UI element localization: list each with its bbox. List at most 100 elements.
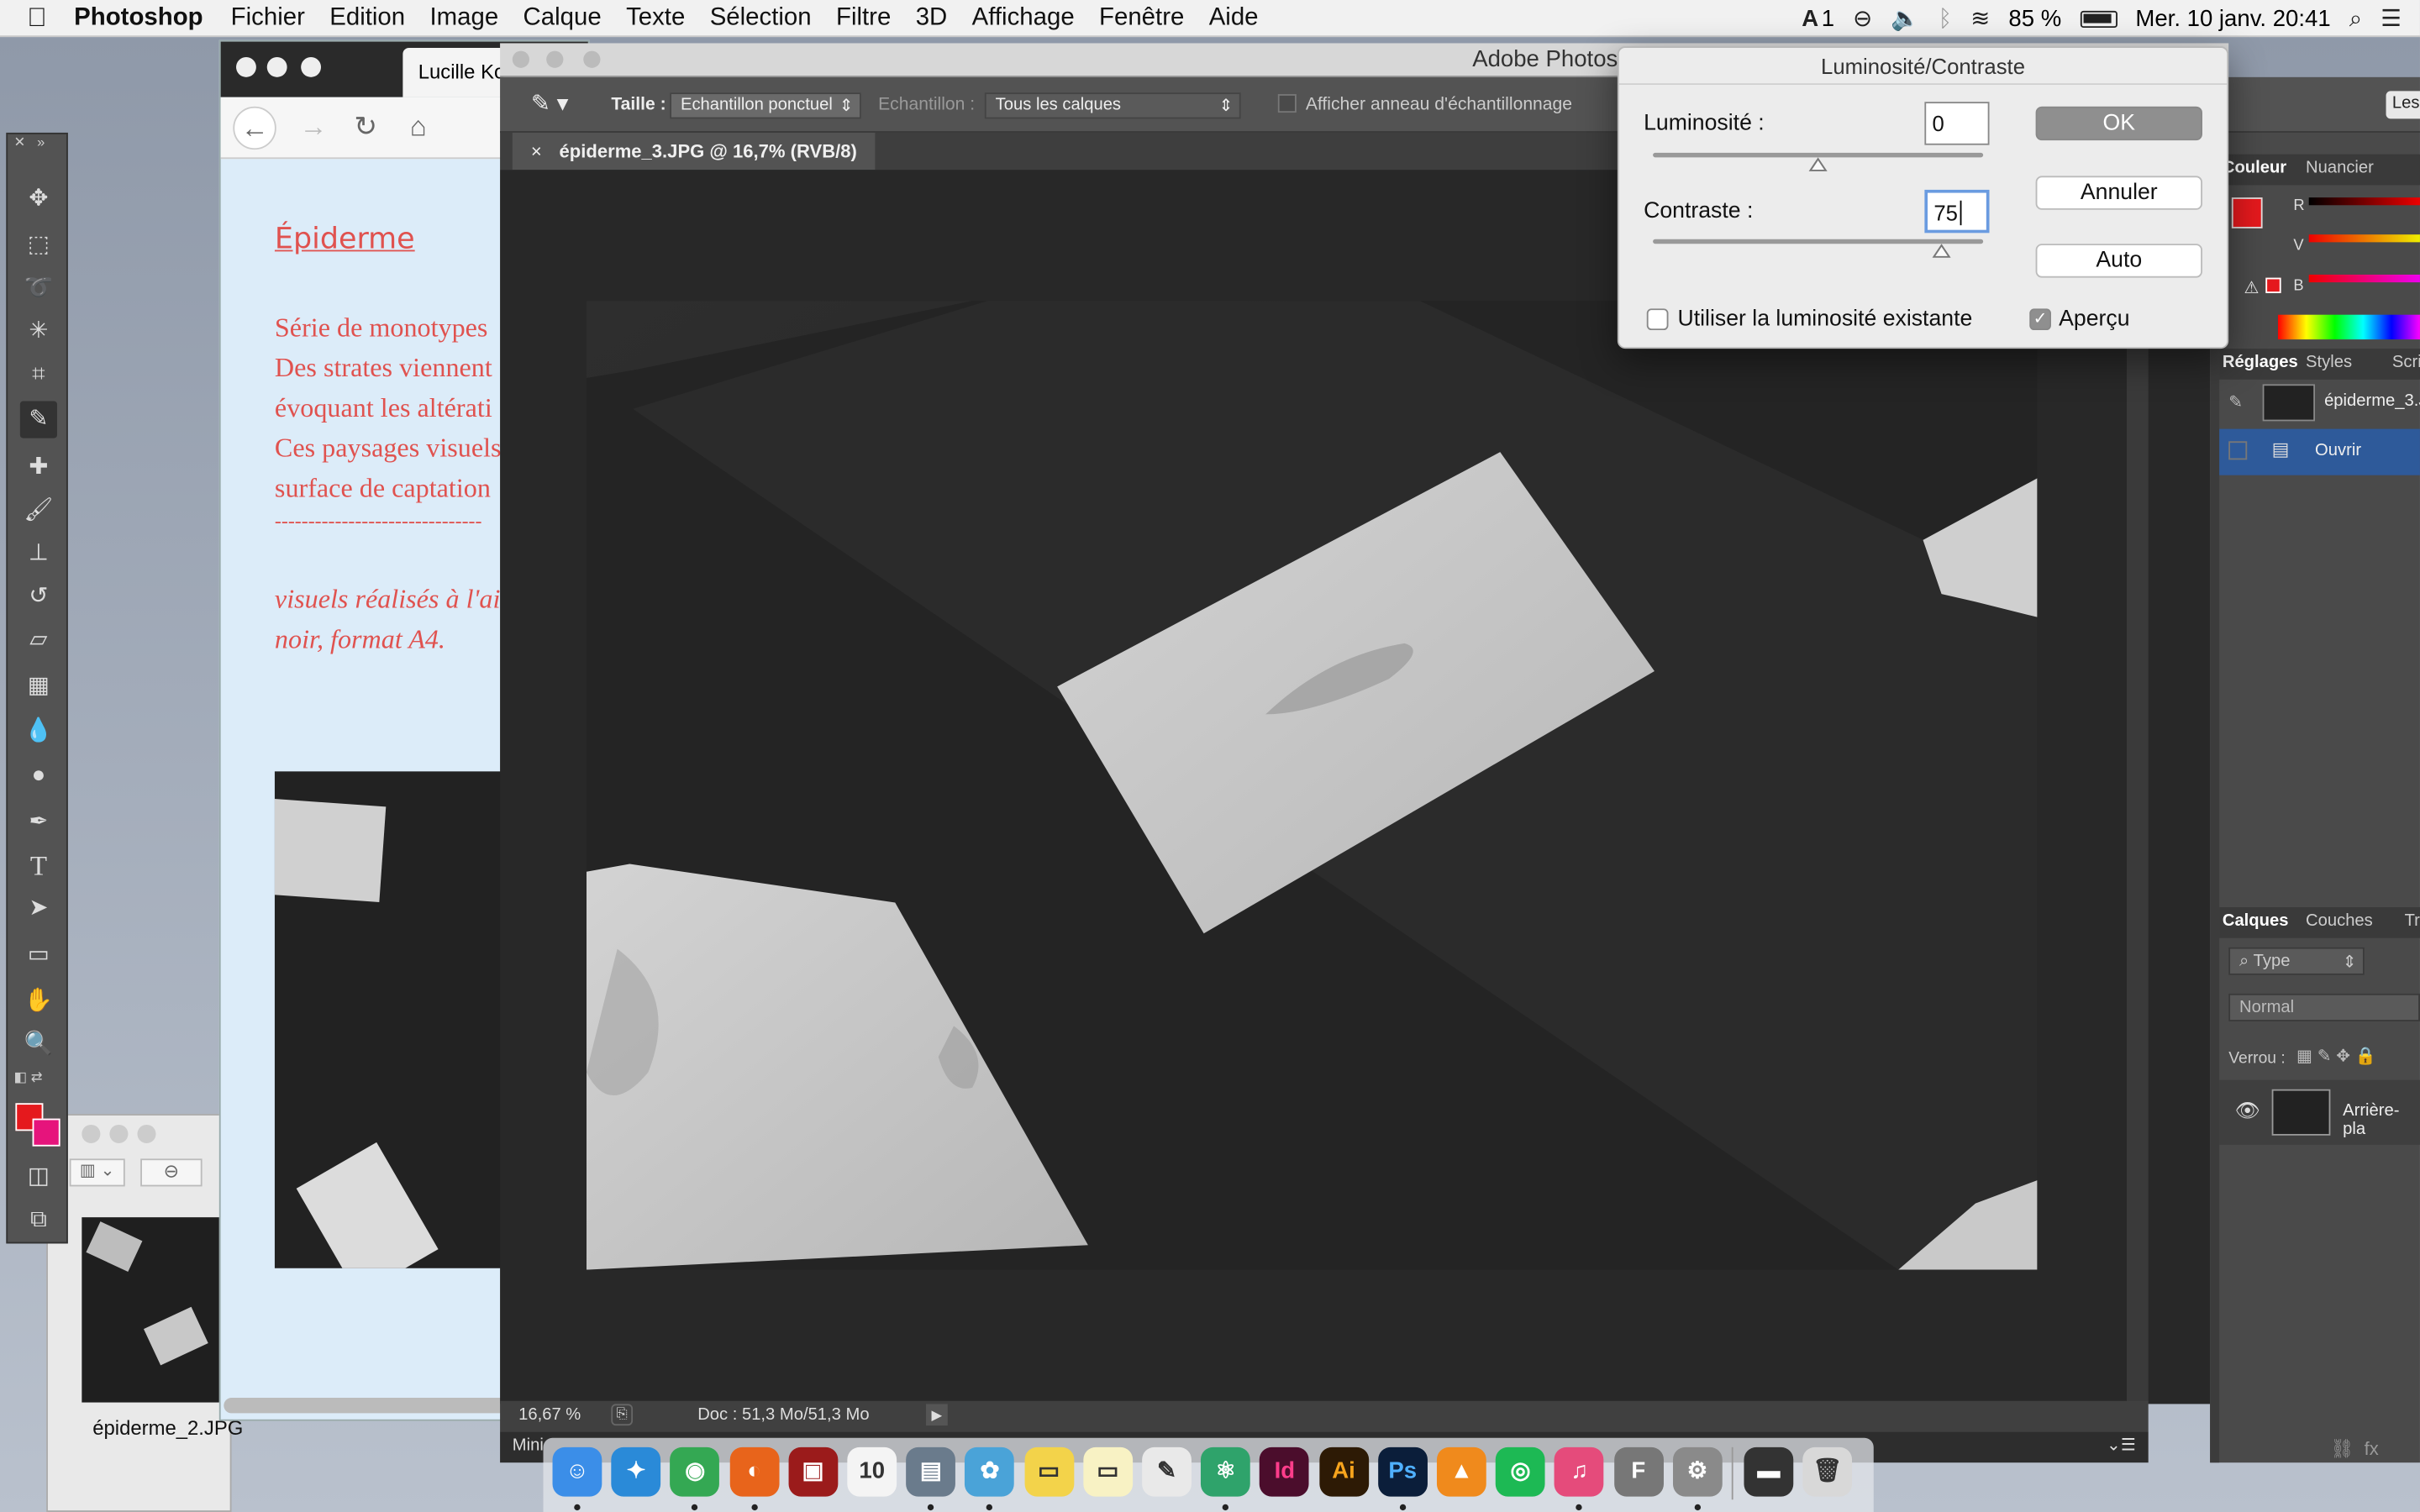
blur-tool-icon[interactable]: 💧 bbox=[20, 713, 57, 750]
mini-bridge-label[interactable]: Mini bbox=[513, 1436, 544, 1455]
tab-nuancier[interactable]: Nuancier bbox=[2306, 159, 2374, 177]
close-icon[interactable] bbox=[82, 1124, 101, 1143]
eraser-tool-icon[interactable]: ▱ bbox=[20, 622, 57, 659]
minimize-icon[interactable] bbox=[546, 50, 564, 68]
stamp-tool-icon[interactable]: ⊥ bbox=[20, 535, 57, 572]
home-icon[interactable]: ⌂ bbox=[397, 107, 439, 150]
zoom-icon[interactable] bbox=[137, 1124, 156, 1143]
rectangle-tool-icon[interactable]: ▭ bbox=[20, 937, 57, 974]
close-icon[interactable] bbox=[512, 50, 529, 68]
workspace-button[interactable]: Les bbox=[2386, 91, 2420, 119]
menu-selection[interactable]: Sélection bbox=[710, 4, 812, 32]
document-canvas[interactable] bbox=[586, 301, 2038, 1270]
textedit-icon[interactable]: ✎ bbox=[1142, 1446, 1192, 1497]
channel-v-slider[interactable] bbox=[2308, 234, 2420, 243]
zoom-icon[interactable] bbox=[301, 56, 322, 77]
brightness-input[interactable]: 0 bbox=[1924, 102, 1990, 145]
web-heading-link[interactable]: Épiderme bbox=[275, 222, 415, 255]
bluetooth-icon[interactable]: ᛒ bbox=[1939, 5, 1953, 31]
eyedropper-tool-icon[interactable]: ✎ bbox=[19, 401, 57, 438]
menu-3d[interactable]: 3D bbox=[916, 4, 948, 32]
firefox-icon[interactable]: ◐ bbox=[729, 1446, 779, 1497]
zoom-level[interactable]: 16,67 % bbox=[518, 1405, 581, 1424]
indesign-icon[interactable]: Id bbox=[1260, 1446, 1310, 1497]
finder-icon[interactable]: ☺ bbox=[552, 1446, 602, 1497]
history-state-row[interactable]: ▤ Ouvrir bbox=[2219, 428, 2420, 475]
gamut-color-swatch[interactable] bbox=[2265, 277, 2281, 293]
clock[interactable]: Mer. 10 janv. 20:41 bbox=[2135, 5, 2330, 31]
brightness-slider[interactable] bbox=[1653, 152, 1984, 171]
channel-b-slider[interactable] bbox=[2308, 274, 2420, 283]
hand-tool-icon[interactable]: ✋ bbox=[20, 983, 57, 1020]
preview-icon[interactable]: ▤ bbox=[906, 1446, 956, 1497]
display-icon[interactable]: ▬ bbox=[1744, 1446, 1794, 1497]
tab-reglages[interactable]: Réglages bbox=[2223, 354, 2298, 372]
menu-aide[interactable]: Aide bbox=[1209, 4, 1259, 32]
stickies-icon[interactable]: ▭ bbox=[1023, 1446, 1074, 1497]
tools-panel-header[interactable]: ✕ » bbox=[14, 134, 64, 150]
chrome-icon[interactable]: ◉ bbox=[670, 1446, 720, 1497]
cancel-button[interactable]: Annuler bbox=[2035, 176, 2202, 210]
layer-filter-select[interactable]: ⌕ Type ⇕ bbox=[2228, 947, 2365, 975]
background-color-swatch[interactable] bbox=[32, 1118, 60, 1147]
sidebar-view-button[interactable]: ▥ ⌄ bbox=[69, 1158, 125, 1187]
spotlight-search-icon[interactable]: ⌕ bbox=[2349, 5, 2362, 31]
menu-affichage[interactable]: Affichage bbox=[972, 4, 1075, 32]
contrast-slider[interactable] bbox=[1653, 239, 1984, 258]
blend-mode-select[interactable]: Normal bbox=[2228, 993, 2420, 1021]
app-menu-photoshop[interactable]: Photoshop bbox=[74, 4, 203, 32]
wifi-icon[interactable]: ≋ bbox=[1970, 5, 1990, 32]
menu-texte[interactable]: Texte bbox=[626, 4, 685, 32]
tab-couches[interactable]: Couches bbox=[2306, 911, 2373, 930]
menu-filtre[interactable]: Filtre bbox=[836, 4, 891, 32]
document-tab[interactable]: × épiderme_3.JPG @ 16,7% (RVB/8) bbox=[512, 132, 876, 171]
move-tool-icon[interactable]: ✥ bbox=[20, 181, 57, 218]
illustrator-icon[interactable]: Ai bbox=[1318, 1446, 1369, 1497]
menu-fichier[interactable]: Fichier bbox=[231, 4, 305, 32]
zoom-tool-icon[interactable]: 🔍 bbox=[20, 1026, 57, 1063]
fontbook-icon[interactable]: F bbox=[1613, 1446, 1664, 1497]
healing-brush-tool-icon[interactable]: ✚ bbox=[20, 449, 57, 486]
system-preferences-icon[interactable]: ⚙ bbox=[1672, 1446, 1723, 1497]
thumbnail-image[interactable] bbox=[82, 1217, 224, 1403]
minimize-icon[interactable] bbox=[109, 1124, 129, 1143]
panel-menu-icon[interactable]: ⌄☰ bbox=[2107, 1435, 2136, 1455]
history-brush-source-icon[interactable]: ✎ bbox=[2228, 392, 2243, 412]
history-brush-tool-icon[interactable]: ↺ bbox=[20, 579, 57, 616]
atom-icon[interactable]: ⚛ bbox=[1201, 1446, 1251, 1497]
visibility-eye-icon[interactable]: 👁 bbox=[2235, 1099, 2260, 1123]
lock-icons[interactable]: ▦ ✎ ✥ 🔒 bbox=[2296, 1046, 2376, 1066]
type-tool-icon[interactable]: T bbox=[20, 847, 57, 884]
brush-tool-icon[interactable]: 🖌 bbox=[20, 492, 57, 529]
crop-tool-icon[interactable]: ⌗ bbox=[20, 356, 57, 393]
adobe-cc-icon[interactable]: A bbox=[1802, 5, 1818, 31]
safari-icon[interactable]: ✦ bbox=[611, 1446, 661, 1497]
color-spectrum[interactable] bbox=[2277, 314, 2420, 340]
ok-button[interactable]: OK bbox=[2035, 106, 2202, 141]
contrast-slider-thumb[interactable] bbox=[1933, 244, 1952, 258]
gamut-warning-icon[interactable]: ⚠ bbox=[2244, 278, 2260, 297]
close-icon[interactable] bbox=[236, 56, 256, 77]
apple-menu-icon[interactable]:  bbox=[0, 3, 74, 34]
gradient-tool-icon[interactable]: ▦ bbox=[20, 668, 57, 705]
channel-r-slider[interactable] bbox=[2308, 197, 2420, 206]
menu-image[interactable]: Image bbox=[429, 4, 498, 32]
preview-checkbox[interactable]: ✓ bbox=[2029, 308, 2051, 331]
brightness-slider-thumb[interactable] bbox=[1808, 157, 1828, 171]
magic-wand-tool-icon[interactable]: ✳ bbox=[20, 313, 57, 350]
size-select[interactable]: Echantillon ponctuel ⇕ bbox=[670, 92, 861, 119]
menu-fenetre[interactable]: Fenêtre bbox=[1099, 4, 1184, 32]
history-snapshot-row[interactable]: ✎ épiderme_3.JPG bbox=[2219, 380, 2420, 426]
history-state-checkbox[interactable] bbox=[2228, 441, 2248, 460]
photoshop-icon[interactable]: Ps bbox=[1377, 1446, 1428, 1497]
quick-mask-icon[interactable]: ◫ bbox=[20, 1158, 57, 1195]
menu-edition[interactable]: Edition bbox=[329, 4, 405, 32]
calendar-icon[interactable]: 10 bbox=[847, 1446, 897, 1497]
notes-icon[interactable]: ▭ bbox=[1082, 1446, 1133, 1497]
menu-calque[interactable]: Calque bbox=[523, 4, 602, 32]
volume-icon[interactable]: 🔈 bbox=[1891, 5, 1919, 32]
itunes-icon[interactable]: ♫ bbox=[1555, 1446, 1605, 1497]
trash-icon[interactable]: 🗑 bbox=[1802, 1446, 1853, 1497]
zoom-out-button[interactable]: ⊖ bbox=[140, 1158, 203, 1187]
panel-foreground-swatch[interactable] bbox=[2231, 197, 2263, 228]
